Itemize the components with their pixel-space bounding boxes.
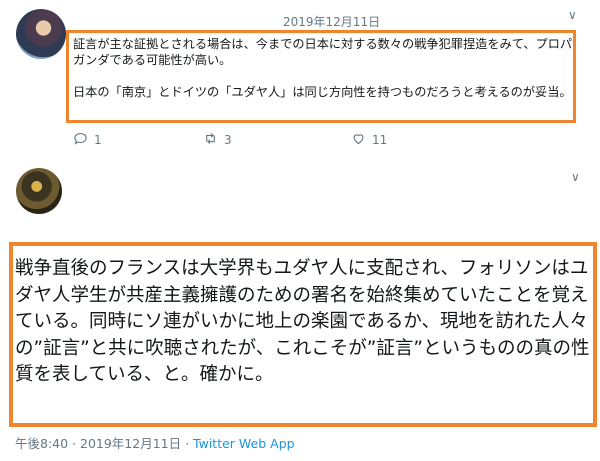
like-button[interactable]: 11 bbox=[351, 131, 387, 149]
tweet-text: 戦争直後のフランスは大学界もユダヤ人に支配され、フォリソンはユダヤ人学生が共産主… bbox=[15, 258, 590, 385]
reply-count: 1 bbox=[94, 133, 102, 147]
like-icon bbox=[351, 131, 366, 149]
tweet-time[interactable]: 午後8:40 bbox=[15, 436, 68, 451]
reply-button[interactable]: 1 bbox=[73, 131, 102, 149]
chevron-down-icon[interactable]: ∨ bbox=[571, 170, 580, 184]
tweet-source-link[interactable]: Twitter Web App bbox=[193, 436, 295, 451]
avatar[interactable] bbox=[16, 9, 66, 59]
chevron-down-icon[interactable]: ∨ bbox=[568, 8, 577, 22]
like-count: 11 bbox=[372, 133, 388, 147]
retweet-count: 3 bbox=[224, 133, 232, 147]
tweet-timestamp[interactable]: 2019年12月11日 bbox=[283, 13, 380, 30]
retweet-icon bbox=[203, 131, 218, 149]
tweet-date[interactable]: 2019年12月11日 bbox=[80, 436, 181, 451]
reply-icon bbox=[73, 131, 88, 149]
tweet-text: 証言が主な証拠とされる場合は、今までの日本に対する数々の戦争犯罪捏造をみて、プロ… bbox=[73, 37, 573, 99]
avatar[interactable] bbox=[16, 168, 62, 214]
tweet-meta: 午後8:40 · 2019年12月11日 · Twitter Web App bbox=[15, 433, 295, 452]
retweet-button[interactable]: 3 bbox=[203, 131, 232, 149]
meta-separator: · bbox=[68, 436, 80, 451]
meta-separator: · bbox=[181, 436, 194, 451]
